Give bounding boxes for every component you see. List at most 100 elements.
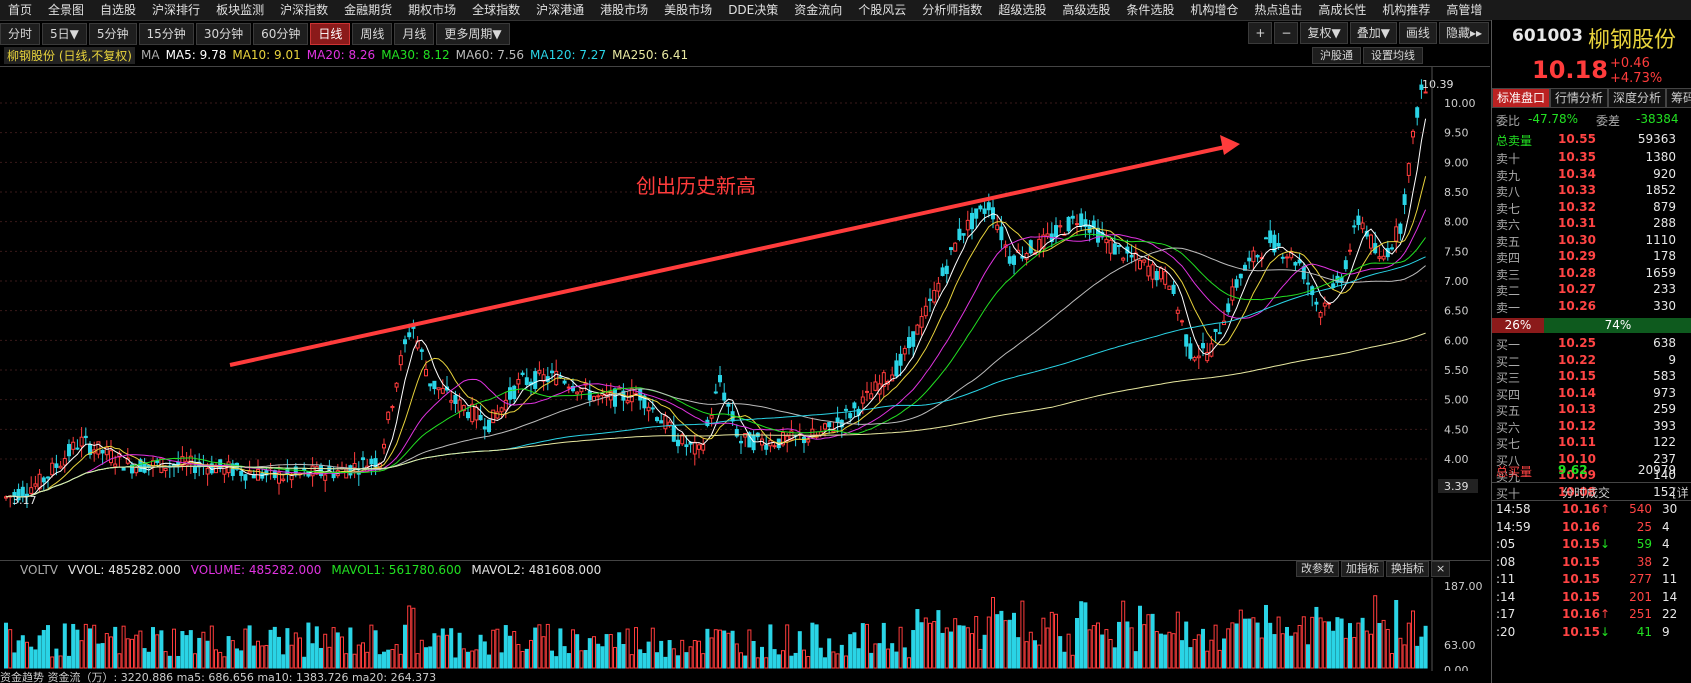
volume-bar — [970, 633, 974, 669]
period-tab-0[interactable]: 分时 — [0, 23, 41, 45]
period-tab-1[interactable]: 5日▼ — [42, 23, 87, 45]
volume-bar — [54, 648, 59, 669]
book-volume: 583 — [1653, 369, 1676, 383]
menu-item-4[interactable]: 板块监测 — [208, 0, 272, 20]
volume-bar — [1381, 619, 1386, 669]
menu-item-23[interactable]: 高管增 — [1438, 0, 1490, 20]
period-tab-4[interactable]: 30分钟 — [195, 23, 252, 45]
menu-item-3[interactable]: 沪深排行 — [144, 0, 208, 20]
volume-axis-label: 63.00 — [1444, 639, 1476, 652]
side-tab-1[interactable]: 行情分析 — [1550, 88, 1609, 108]
volume-bar — [1327, 621, 1331, 669]
period-tab-7[interactable]: 周线 — [352, 23, 393, 45]
menu-item-6[interactable]: 金融期货 — [336, 0, 400, 20]
book-row: 卖二 10.27 233 — [1496, 282, 1691, 299]
candle-body — [520, 372, 525, 375]
kline-svg[interactable]: 创出历史新高 10.39 3.17 10.00 9.50 9.00 8.50 8.00 7… — [0, 67, 1490, 561]
last-price-label: 3.39 — [1444, 480, 1469, 493]
menu-item-7[interactable]: 期权市场 — [400, 0, 464, 20]
volume-bar — [856, 648, 861, 669]
menu-item-10[interactable]: 港股市场 — [592, 0, 656, 20]
volume-bar — [1192, 638, 1197, 669]
period-tab-5[interactable]: 60分钟 — [253, 23, 309, 45]
vol-button-2[interactable]: 换指标 — [1386, 561, 1429, 577]
volume-bar — [125, 638, 130, 669]
candle-body — [1171, 284, 1176, 294]
volume-bar — [974, 616, 979, 669]
menu-item-16[interactable]: 超级选股 — [990, 0, 1054, 20]
volume-bar — [831, 651, 836, 669]
volume-bar — [621, 644, 626, 669]
volume-bar — [1016, 637, 1021, 669]
menu-item-12[interactable]: DDE决策 — [720, 0, 786, 20]
volume-svg[interactable]: 187.00 63.00 0.00 — [0, 578, 1490, 677]
vol-button-1[interactable]: 加指标 — [1341, 561, 1384, 577]
vol-button-0[interactable]: 改参数 — [1296, 561, 1339, 577]
book-volume: 178 — [1653, 249, 1676, 263]
chart-button-1[interactable]: 设置均线 — [1363, 47, 1423, 64]
candle-body — [1369, 234, 1373, 249]
candle-body — [1196, 355, 1201, 359]
tick-time: :20 — [1496, 624, 1516, 639]
volume-bar — [487, 654, 491, 669]
tool-button-3[interactable]: 叠加▼ — [1349, 22, 1397, 44]
chart-title[interactable]: 柳钢股份 (日线,不复权) — [4, 46, 135, 64]
kline-chart[interactable]: 创出历史新高 10.39 3.17 10.00 9.50 9.00 8.50 8.00 7… — [0, 66, 1490, 561]
period-tab-8[interactable]: 月线 — [394, 23, 435, 45]
menu-item-9[interactable]: 沪深港通 — [528, 0, 592, 20]
candle-body — [1381, 255, 1386, 260]
volume-bar — [907, 657, 911, 669]
book-volume: 288 — [1653, 216, 1676, 230]
volume-bar — [1150, 613, 1155, 669]
book-row: 卖七 10.32 879 — [1496, 200, 1691, 217]
period-tab-6[interactable]: 日线 — [310, 23, 351, 45]
menu-item-5[interactable]: 沪深指数 — [272, 0, 336, 20]
menu-item-22[interactable]: 机构推荐 — [1374, 0, 1438, 20]
menu-item-0[interactable]: 首页 — [0, 0, 40, 20]
period-tab-9[interactable]: 更多周期▼ — [436, 23, 510, 45]
candle-body — [684, 444, 689, 448]
side-tab-0[interactable]: 标准盘口 — [1492, 88, 1551, 108]
volume-bar — [1049, 611, 1054, 669]
volume-bar — [587, 638, 592, 669]
tool-button-0[interactable]: + — [1248, 22, 1273, 44]
menu-item-1[interactable]: 全景图 — [40, 0, 92, 20]
volume-chart[interactable]: 187.00 63.00 0.00 — [0, 578, 1490, 677]
tool-button-1[interactable]: − — [1274, 22, 1299, 44]
menu-item-20[interactable]: 热点追击 — [1246, 0, 1310, 20]
ticks-detail-link[interactable]: [详 — [1672, 484, 1689, 501]
menu-item-8[interactable]: 全球指数 — [464, 0, 528, 20]
menu-item-13[interactable]: 资金流向 — [786, 0, 850, 20]
menu-item-17[interactable]: 高级选股 — [1054, 0, 1118, 20]
volume-bar — [1398, 637, 1403, 669]
side-tab-3[interactable]: 筹码 — [1666, 88, 1691, 108]
book-volume: 638 — [1653, 336, 1676, 350]
tool-button-2[interactable]: 复权▼ — [1300, 22, 1348, 44]
volume-bar — [873, 643, 878, 669]
volume-bar — [1146, 614, 1151, 669]
tool-button-5[interactable]: 隐藏▸▸ — [1438, 22, 1489, 44]
volume-bar — [663, 656, 668, 669]
candle-body — [1352, 225, 1357, 228]
candle-body — [524, 377, 529, 385]
menu-item-19[interactable]: 机构增仓 — [1182, 0, 1246, 20]
candle-body — [398, 355, 403, 366]
candle-body — [1360, 222, 1365, 230]
menu-item-15[interactable]: 分析师指数 — [914, 0, 990, 20]
candle-body — [999, 226, 1004, 241]
menu-item-14[interactable]: 个股风云 — [850, 0, 914, 20]
volume-bar — [390, 649, 395, 669]
tool-button-4[interactable]: 画线 — [1398, 22, 1437, 44]
period-tab-3[interactable]: 15分钟 — [138, 23, 194, 45]
vol-button-3[interactable]: × — [1431, 561, 1451, 577]
menu-item-11[interactable]: 美股市场 — [656, 0, 720, 20]
menu-item-18[interactable]: 条件选股 — [1118, 0, 1182, 20]
side-tab-2[interactable]: 深度分析 — [1608, 88, 1667, 108]
period-tab-2[interactable]: 5分钟 — [88, 23, 137, 45]
candle-body — [936, 282, 941, 292]
menu-item-21[interactable]: 高成长性 — [1310, 0, 1374, 20]
menu-item-2[interactable]: 自选股 — [92, 0, 144, 20]
volume-bar — [403, 624, 407, 669]
book-volume: 1380 — [1645, 150, 1676, 164]
chart-button-0[interactable]: 沪股通 — [1312, 47, 1361, 64]
